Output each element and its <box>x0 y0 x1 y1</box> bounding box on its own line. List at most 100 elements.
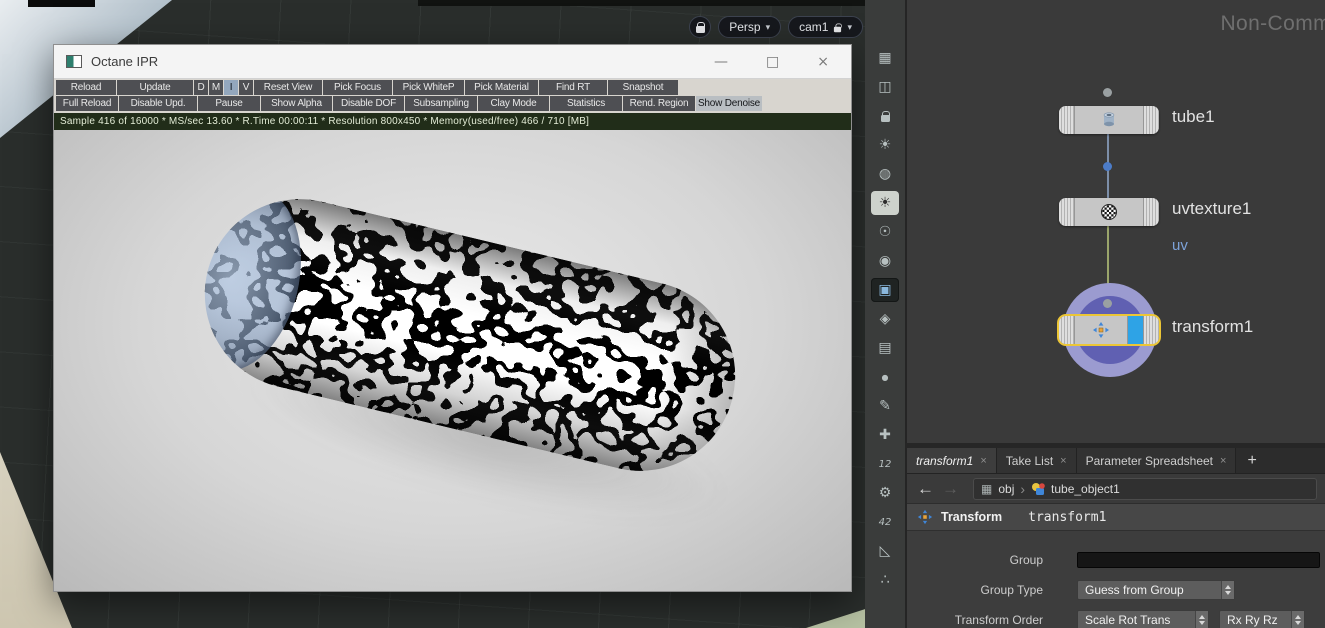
chevron-down-icon: ▾ <box>765 21 771 32</box>
transform-order-select[interactable]: Scale Rot Trans <box>1077 610 1209 628</box>
rotate-order-select[interactable]: Rx Ry Rz <box>1219 610 1305 628</box>
subsampling-button[interactable]: Subsampling <box>405 96 477 111</box>
node-header: Transform transform1 <box>907 504 1325 531</box>
maximize-button[interactable]: □ <box>766 54 779 70</box>
breadcrumb-separator: › <box>1020 480 1026 497</box>
node-connector-dot[interactable] <box>1103 88 1112 97</box>
node-label-transform1: transform1 <box>1172 317 1254 336</box>
ruler-icon[interactable]: ◺ <box>871 539 899 563</box>
pane-layout-icon[interactable]: ◫ <box>871 75 899 99</box>
disable-dof-button[interactable]: Disable DOF <box>333 96 404 111</box>
param-row-group-type: Group Type Guess from Group <box>907 575 1325 605</box>
checker-icon <box>1101 204 1117 220</box>
network-editor[interactable]: Non-Comm tube1 uvtexture1 uv transform1 <box>905 0 1325 443</box>
node-connector-dot[interactable] <box>1103 299 1112 308</box>
full-reload-button[interactable]: Full Reload <box>56 96 118 111</box>
group-input[interactable] <box>1077 552 1320 568</box>
parameters-pane: transform1 × Take List × Parameter Sprea… <box>905 448 1325 628</box>
node-type-label: Transform <box>941 510 1003 524</box>
tab-transform1[interactable]: transform1 × <box>907 448 997 473</box>
back-button[interactable]: ← <box>917 479 934 499</box>
cross-icon[interactable]: ✚ <box>871 423 899 447</box>
node-name-field[interactable]: transform1 <box>1028 510 1106 525</box>
node-display-flag[interactable] <box>1128 316 1144 344</box>
window-title: Octane IPR <box>91 54 159 69</box>
toggle-d-button[interactable]: D <box>194 80 208 95</box>
node-uvtexture1[interactable] <box>1059 198 1159 226</box>
transform-icon <box>1093 322 1109 338</box>
transform-order-label: Transform Order <box>954 613 1043 627</box>
lamp-icon[interactable]: ☀ <box>871 133 899 157</box>
close-tab-icon[interactable]: × <box>980 455 986 467</box>
statistics-button[interactable]: Statistics <box>550 96 622 111</box>
snapshot-button[interactable]: Snapshot <box>608 80 678 95</box>
clay-mode-button[interactable]: Clay Mode <box>478 96 549 111</box>
breadcrumb-obj[interactable]: obj <box>998 482 1014 496</box>
point-icon[interactable]: ● <box>871 365 899 389</box>
spinner[interactable] <box>1221 581 1234 599</box>
node-flange <box>1059 198 1074 226</box>
tab-parameter-spreadsheet[interactable]: Parameter Spreadsheet × <box>1076 448 1237 473</box>
reset-view-button[interactable]: Reset View <box>254 80 322 95</box>
find-rt-button[interactable]: Find RT <box>539 80 607 95</box>
parameter-list: Group Group Type Guess from Group Transf… <box>907 531 1325 628</box>
pause-button[interactable]: Pause <box>198 96 260 111</box>
node-transform1[interactable] <box>1059 316 1159 344</box>
close-tab-icon[interactable]: × <box>1060 455 1066 467</box>
close-button[interactable]: × <box>817 54 829 70</box>
minimize-button[interactable]: — <box>714 54 728 70</box>
transform-icon <box>917 509 933 525</box>
toggle-v-button[interactable]: V <box>239 80 253 95</box>
gear-icon[interactable]: ⚙ <box>871 481 899 505</box>
add-tab-button[interactable]: + <box>1236 448 1267 473</box>
measure-42-icon[interactable]: 42 <box>871 510 899 534</box>
node-flange <box>1144 316 1159 344</box>
lock-icon[interactable] <box>871 104 899 128</box>
show-denoise-button[interactable]: Show Denoise <box>696 96 762 111</box>
group-type-select[interactable]: Guess from Group <box>1077 580 1235 600</box>
forward-button[interactable]: → <box>942 479 959 499</box>
node-flange <box>1059 316 1074 344</box>
more-icon[interactable]: ∴ <box>871 568 899 592</box>
light-icon[interactable]: ☀ <box>871 191 899 215</box>
globe-icon[interactable]: ◍ <box>871 162 899 186</box>
update-button[interactable]: Update <box>117 80 193 95</box>
render-view[interactable] <box>54 130 851 591</box>
pane-tab-bar: transform1 × Take List × Parameter Sprea… <box>907 448 1325 474</box>
chevron-down-icon: ▾ <box>847 21 852 32</box>
camera-menu-button[interactable]: cam1 ▾ <box>788 16 863 38</box>
param-row-group: Group <box>907 545 1325 575</box>
group-label: Group <box>1009 553 1043 567</box>
spinner[interactable] <box>1195 611 1208 628</box>
pick-material-button[interactable]: Pick Material <box>465 80 538 95</box>
pen-icon[interactable]: ✎ <box>871 394 899 418</box>
render-region-button[interactable]: Rend. Region <box>623 96 695 111</box>
breadcrumb: ▦ obj › tube_object1 <box>973 477 1317 500</box>
node-tube1[interactable] <box>1059 106 1159 134</box>
material-icon[interactable]: ◈ <box>871 307 899 331</box>
toggle-i-button[interactable]: I <box>224 80 238 95</box>
node-connector-dot[interactable] <box>1103 162 1112 171</box>
view-menu-button[interactable]: Persp ▾ <box>718 16 782 38</box>
disable-update-button[interactable]: Disable Upd. <box>119 96 197 111</box>
tab-take-list[interactable]: Take List × <box>996 448 1077 473</box>
objects-icon[interactable]: ▣ <box>871 278 899 302</box>
spinner[interactable] <box>1291 611 1304 628</box>
tag-icon[interactable]: ▤ <box>871 336 899 360</box>
camera-lock-button[interactable] <box>689 16 712 38</box>
viewport-camera-controls: Persp ▾ cam1 ▾ <box>689 16 863 38</box>
render-view-icon[interactable]: ▦ <box>871 46 899 70</box>
toggle-m-button[interactable]: M <box>209 80 223 95</box>
reload-button[interactable]: Reload <box>56 80 116 95</box>
octane-titlebar[interactable]: Octane IPR — □ × <box>54 45 851 79</box>
breadcrumb-node[interactable]: tube_object1 <box>1051 482 1120 496</box>
pick-focus-button[interactable]: Pick Focus <box>323 80 392 95</box>
show-alpha-button[interactable]: Show Alpha <box>261 96 332 111</box>
close-tab-icon[interactable]: × <box>1220 455 1226 467</box>
bulb-icon[interactable]: ☉ <box>871 220 899 244</box>
pick-whitepoint-button[interactable]: Pick WhiteP <box>393 80 464 95</box>
group-type-label: Group Type <box>980 583 1043 597</box>
world-icon[interactable]: ◉ <box>871 249 899 273</box>
measure-12-icon[interactable]: 12 <box>871 452 899 476</box>
display-options-toolbar: ▦ ◫ ☀ ◍ ☀ ☉ ◉ ▣ ◈ ▤ ● ✎ ✚ 12 ⚙ 42 ◺ ∴ <box>865 0 905 628</box>
